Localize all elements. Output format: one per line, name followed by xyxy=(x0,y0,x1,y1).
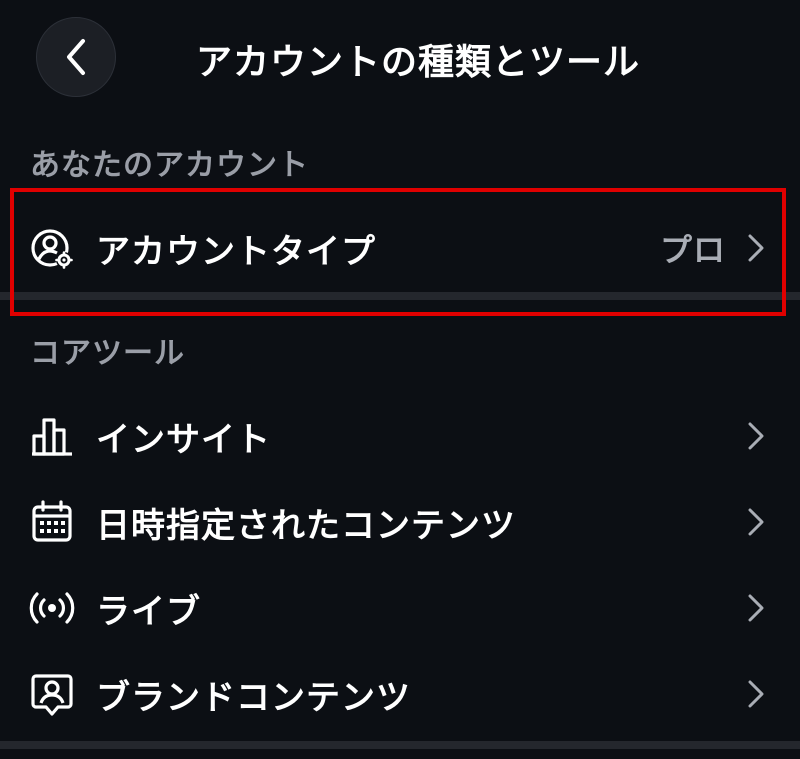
section-title-your-account: あなたのアカウント xyxy=(30,148,309,183)
insights-row[interactable]: インサイト xyxy=(0,396,800,476)
header: アカウントの種類とツール xyxy=(0,0,800,116)
branded-content-row[interactable]: ブランドコンテンツ xyxy=(0,654,800,734)
live-row[interactable]: ライブ xyxy=(0,568,800,648)
section-divider xyxy=(0,292,800,300)
account-type-value: プロ xyxy=(659,231,726,269)
calendar-icon xyxy=(28,498,76,546)
account-settings-icon xyxy=(28,224,76,272)
bar-chart-icon xyxy=(28,412,76,460)
branded-content-label: ブランドコンテンツ xyxy=(96,677,411,718)
chevron-right-icon xyxy=(744,590,768,626)
chevron-right-icon xyxy=(744,676,768,712)
scheduled-content-row[interactable]: 日時指定されたコンテンツ xyxy=(0,482,800,562)
account-type-row[interactable]: アカウントタイプ プロ xyxy=(0,208,800,288)
page-title: アカウントの種類とツール xyxy=(196,42,641,83)
section-title-core-tools: コアツール xyxy=(30,336,185,371)
account-type-label: アカウントタイプ xyxy=(96,231,376,272)
chevron-right-icon xyxy=(744,230,768,266)
insights-label: インサイト xyxy=(96,419,271,460)
branded-content-icon xyxy=(28,670,76,718)
chevron-right-icon xyxy=(744,418,768,454)
live-broadcast-icon xyxy=(28,584,76,632)
bottom-divider xyxy=(0,741,800,749)
chevron-right-icon xyxy=(744,504,768,540)
scheduled-content-label: 日時指定されたコンテンツ xyxy=(96,505,516,546)
live-label: ライブ xyxy=(96,591,201,632)
